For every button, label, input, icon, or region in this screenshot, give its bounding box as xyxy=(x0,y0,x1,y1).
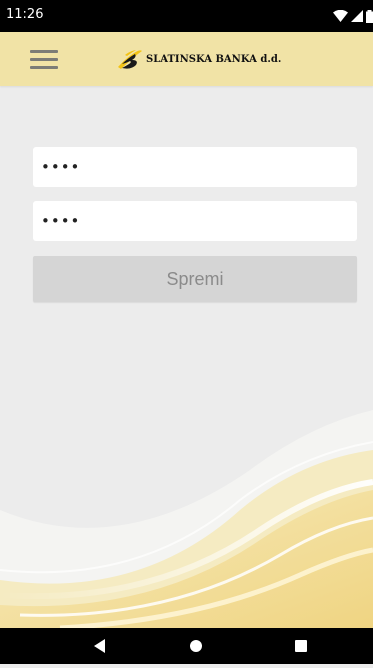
battery-icon xyxy=(366,9,373,23)
hamburger-menu-icon[interactable] xyxy=(30,49,58,71)
status-icons xyxy=(333,9,373,23)
recent-apps-icon[interactable] xyxy=(281,628,321,664)
home-icon[interactable] xyxy=(176,628,216,664)
wifi-icon xyxy=(333,10,348,22)
brand: SLATINSKA BANKA d.d. xyxy=(116,47,281,71)
status-bar: 11:26 xyxy=(0,0,373,32)
decorative-waves xyxy=(0,410,373,628)
brand-name: SLATINSKA BANKA d.d. xyxy=(146,53,282,65)
back-icon[interactable] xyxy=(80,628,120,664)
signal-icon xyxy=(351,10,363,22)
save-button[interactable]: Spremi xyxy=(33,256,357,302)
navigation-bar xyxy=(0,628,373,664)
username-field[interactable] xyxy=(33,147,357,187)
status-time: 11:26 xyxy=(6,7,44,22)
slatinska-banka-logo xyxy=(118,50,142,69)
password-field[interactable] xyxy=(33,201,357,241)
app-bar: SLATINSKA BANKA d.d. xyxy=(0,32,373,86)
